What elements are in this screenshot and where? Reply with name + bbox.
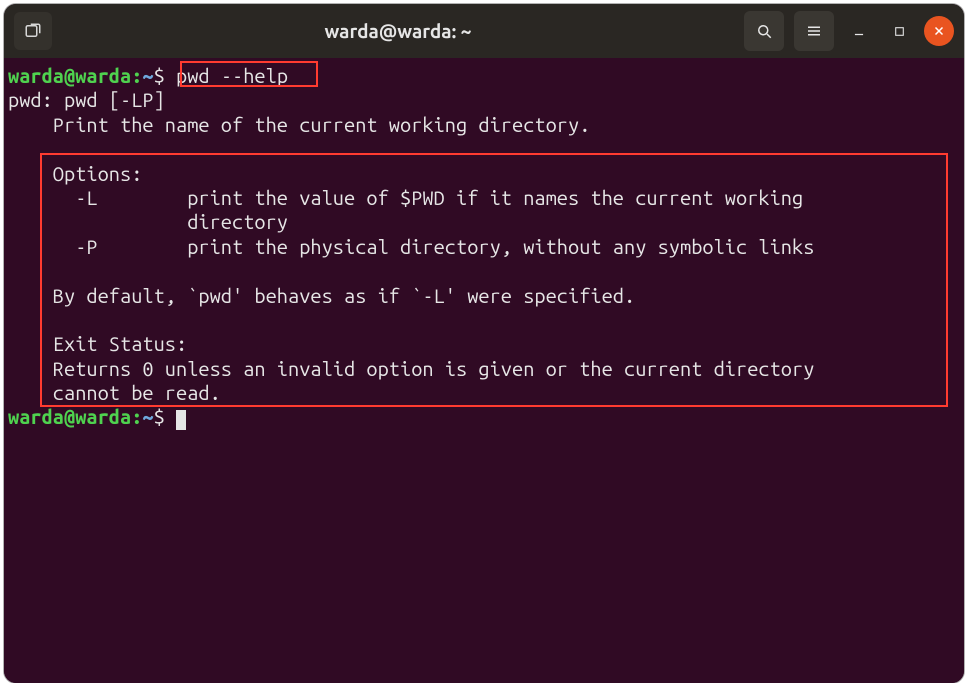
output-line: By default, `pwd' behaves as if `-L' wer… xyxy=(8,284,635,307)
prompt-symbol: $ xyxy=(154,405,165,428)
output-line xyxy=(8,308,53,331)
new-tab-button[interactable] xyxy=(14,12,52,50)
prompt-sep: : xyxy=(131,64,142,87)
prompt-symbol: $ xyxy=(154,64,165,87)
close-icon xyxy=(933,25,945,37)
command-text: pwd --help xyxy=(176,64,288,87)
prompt-path: ~ xyxy=(142,405,153,428)
prompt-user-host: warda@warda xyxy=(8,405,131,428)
output-line: Options: xyxy=(8,162,142,185)
titlebar: warda@warda: ~ xyxy=(4,4,964,58)
output-line: Exit Status: xyxy=(8,332,187,355)
maximize-button[interactable] xyxy=(884,16,914,46)
output-line: cannot be read. xyxy=(8,381,221,404)
minimize-button[interactable] xyxy=(844,16,874,46)
hamburger-icon xyxy=(805,22,823,40)
output-line: Returns 0 unless an invalid option is gi… xyxy=(8,357,814,380)
output-line: -L print the value of $PWD if it names t… xyxy=(8,186,803,209)
search-icon xyxy=(755,22,773,40)
output-line xyxy=(8,137,53,160)
output-line: Print the name of the current working di… xyxy=(8,113,590,136)
output-line: directory xyxy=(8,210,288,233)
output-line: pwd: pwd [-LP] xyxy=(8,88,165,111)
search-button[interactable] xyxy=(744,11,784,51)
minimize-icon xyxy=(852,24,866,38)
cursor xyxy=(176,410,186,430)
window-title: warda@warda: ~ xyxy=(324,20,471,42)
terminal-window: warda@warda: ~ xyxy=(4,4,964,683)
prompt-sep: : xyxy=(131,405,142,428)
maximize-icon xyxy=(893,25,906,38)
menu-button[interactable] xyxy=(794,11,834,51)
output-line: -P print the physical directory, without… xyxy=(8,235,814,258)
prompt-user-host: warda@warda xyxy=(8,64,131,87)
terminal-output[interactable]: warda@warda:~$ pwd --help pwd: pwd [-LP]… xyxy=(4,58,964,683)
new-tab-icon xyxy=(24,22,42,40)
close-button[interactable] xyxy=(924,16,954,46)
output-line xyxy=(8,259,53,282)
prompt-path: ~ xyxy=(142,64,153,87)
